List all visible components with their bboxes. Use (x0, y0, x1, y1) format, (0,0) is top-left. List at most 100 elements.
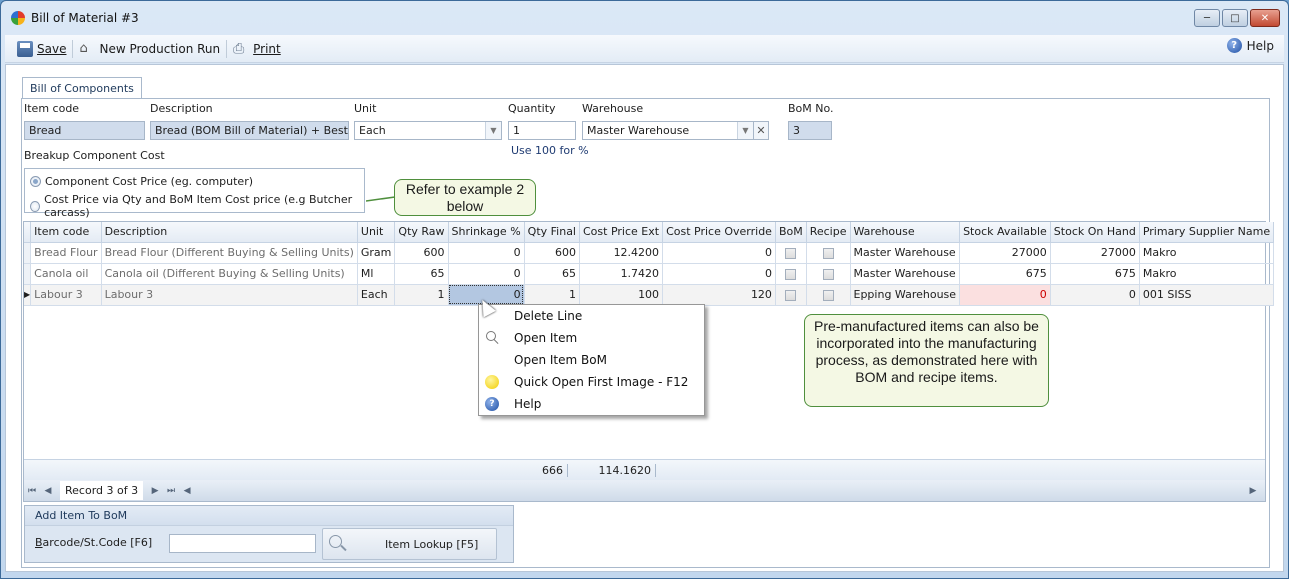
cell-supplier[interactable]: 001 SISS (1139, 284, 1275, 306)
menu-item-open-item-bom[interactable]: Open Item BoM (479, 349, 704, 371)
scroll-left-icon[interactable]: ◀ (179, 486, 195, 496)
cell-qty-final[interactable]: 65 (524, 263, 581, 285)
radio-qty-bom-cost[interactable]: Cost Price via Qty and BoM Item Cost pri… (30, 193, 364, 219)
column-header[interactable]: BoM (775, 222, 807, 243)
column-header[interactable]: Shrinkage % (448, 222, 525, 243)
cell-qty-final[interactable]: 1 (524, 284, 581, 306)
cell-qty-raw[interactable]: 600 (394, 242, 449, 264)
column-header[interactable]: Cost Price Ext (579, 222, 664, 243)
cell-supplier[interactable]: Makro (1139, 242, 1275, 264)
bom-checkbox[interactable] (785, 268, 797, 280)
row-indicator[interactable] (24, 242, 32, 264)
bom-no-field[interactable]: 3 (788, 121, 832, 140)
cell-cost-price-override[interactable]: 0 (662, 242, 776, 264)
column-header[interactable]: Description (101, 222, 358, 243)
column-header[interactable]: Stock Available (959, 222, 1051, 243)
recipe-checkbox[interactable] (822, 289, 834, 301)
cell-item-code[interactable]: Bread Flour (30, 242, 102, 264)
save-button[interactable]: Save (11, 38, 72, 60)
cell-description[interactable]: Labour 3 (101, 284, 358, 306)
print-button[interactable]: ⎙ Print (227, 38, 287, 60)
cell-bom[interactable] (775, 242, 807, 264)
menu-item-quick-open-image[interactable]: Quick Open First Image - F12 (479, 371, 704, 393)
column-header[interactable]: Warehouse (850, 222, 961, 243)
warehouse-dropdown[interactable]: Master Warehouse ▼ (582, 121, 754, 140)
menu-item-delete-line[interactable]: Delete Line (479, 305, 704, 327)
item-lookup-button[interactable]: Item Lookup [F5] (322, 528, 497, 560)
cell-stock-on-hand[interactable]: 27000 (1050, 242, 1140, 264)
first-record-icon[interactable]: ⏮ (24, 486, 40, 496)
radio-selected-icon[interactable] (30, 176, 41, 187)
chevron-down-icon[interactable]: ▼ (485, 122, 501, 139)
next-record-icon[interactable]: ▶ (147, 486, 163, 496)
clear-warehouse-button[interactable]: ✕ (753, 121, 769, 140)
table-row[interactable]: Canola oil Canola oil (Different Buying … (24, 263, 1275, 285)
cell-recipe[interactable] (806, 284, 851, 306)
cell-item-code[interactable]: Labour 3 (30, 284, 102, 306)
recipe-checkbox[interactable] (822, 247, 834, 259)
quantity-input[interactable]: 1 (508, 121, 576, 140)
cell-item-code[interactable]: Canola oil (30, 263, 102, 285)
cell-recipe[interactable] (806, 263, 851, 285)
prev-record-icon[interactable]: ◀ (40, 486, 56, 496)
row-indicator[interactable] (24, 263, 32, 285)
cell-cost-price-override[interactable]: 120 (662, 284, 776, 306)
radio-unselected-icon[interactable] (30, 200, 41, 212)
item-code-field[interactable]: Bread (24, 121, 145, 140)
column-header[interactable]: Item code (30, 222, 102, 243)
cell-unit[interactable]: Each (357, 284, 396, 306)
scroll-right-icon[interactable]: ▶ (1245, 486, 1261, 496)
cell-qty-raw[interactable]: 65 (394, 263, 449, 285)
cell-unit[interactable]: Gram (357, 242, 396, 264)
cell-supplier[interactable]: Makro (1139, 263, 1275, 285)
cell-unit[interactable]: Ml (357, 263, 396, 285)
column-header[interactable]: Cost Price Override (662, 222, 776, 243)
column-header[interactable]: Recipe (806, 222, 851, 243)
menu-item-open-item[interactable]: Open Item (479, 327, 704, 349)
maximize-button[interactable]: □ (1222, 9, 1248, 27)
column-header[interactable]: Qty Final (524, 222, 581, 243)
new-production-run-button[interactable]: ⌂ New Production Run (73, 38, 226, 60)
cell-qty-final[interactable]: 600 (524, 242, 581, 264)
column-header[interactable]: Primary Supplier Name (1139, 222, 1275, 243)
cell-cost-price-ext[interactable]: 1.7420 (579, 263, 664, 285)
cell-warehouse[interactable]: Master Warehouse (850, 263, 961, 285)
title-bar[interactable]: Bill of Material #3 ─ □ ✕ (1, 1, 1288, 35)
tab-bill-of-components[interactable]: Bill of Components (22, 77, 142, 99)
bom-checkbox[interactable] (785, 289, 797, 301)
cell-description[interactable]: Bread Flour (Different Buying & Selling … (101, 242, 358, 264)
cell-qty-raw[interactable]: 1 (394, 284, 449, 306)
cell-stock-available[interactable]: 675 (959, 263, 1051, 285)
unit-dropdown[interactable]: Each ▼ (354, 121, 502, 140)
bom-checkbox[interactable] (785, 247, 797, 259)
table-row-selected[interactable]: ▶ Labour 3 Labour 3 Each 1 0 1 100 120 E… (24, 284, 1275, 306)
cell-cost-price-ext[interactable]: 12.4200 (579, 242, 664, 264)
recipe-checkbox[interactable] (822, 268, 834, 280)
chevron-down-icon[interactable]: ▼ (737, 122, 753, 139)
column-header[interactable]: Stock On Hand (1050, 222, 1140, 243)
cell-stock-on-hand[interactable]: 0 (1050, 284, 1140, 306)
barcode-input[interactable] (169, 534, 316, 553)
column-header[interactable]: Qty Raw (394, 222, 449, 243)
cell-bom[interactable] (775, 284, 807, 306)
cell-shrinkage[interactable]: 0 (448, 263, 525, 285)
cell-bom[interactable] (775, 263, 807, 285)
cell-stock-on-hand[interactable]: 675 (1050, 263, 1140, 285)
column-header[interactable]: Unit (357, 222, 396, 243)
help-button[interactable]: ? Help (1226, 38, 1274, 53)
radio-component-cost[interactable]: Component Cost Price (eg. computer) (30, 175, 253, 188)
last-record-icon[interactable]: ⏭ (163, 486, 179, 496)
cell-warehouse[interactable]: Master Warehouse (850, 242, 961, 264)
row-indicator[interactable]: ▶ (24, 284, 32, 306)
cell-warehouse[interactable]: Epping Warehouse (850, 284, 961, 306)
table-row[interactable]: Bread Flour Bread Flour (Different Buyin… (24, 242, 1275, 264)
cell-recipe[interactable] (806, 242, 851, 264)
cell-shrinkage[interactable]: 0 (448, 242, 525, 264)
cell-stock-available[interactable]: 0 (959, 284, 1051, 306)
cell-description[interactable]: Canola oil (Different Buying & Selling U… (101, 263, 358, 285)
minimize-button[interactable]: ─ (1194, 9, 1220, 27)
cell-stock-available[interactable]: 27000 (959, 242, 1051, 264)
cell-cost-price-override[interactable]: 0 (662, 263, 776, 285)
menu-item-help[interactable]: ? Help (479, 393, 704, 415)
close-button[interactable]: ✕ (1250, 9, 1280, 27)
